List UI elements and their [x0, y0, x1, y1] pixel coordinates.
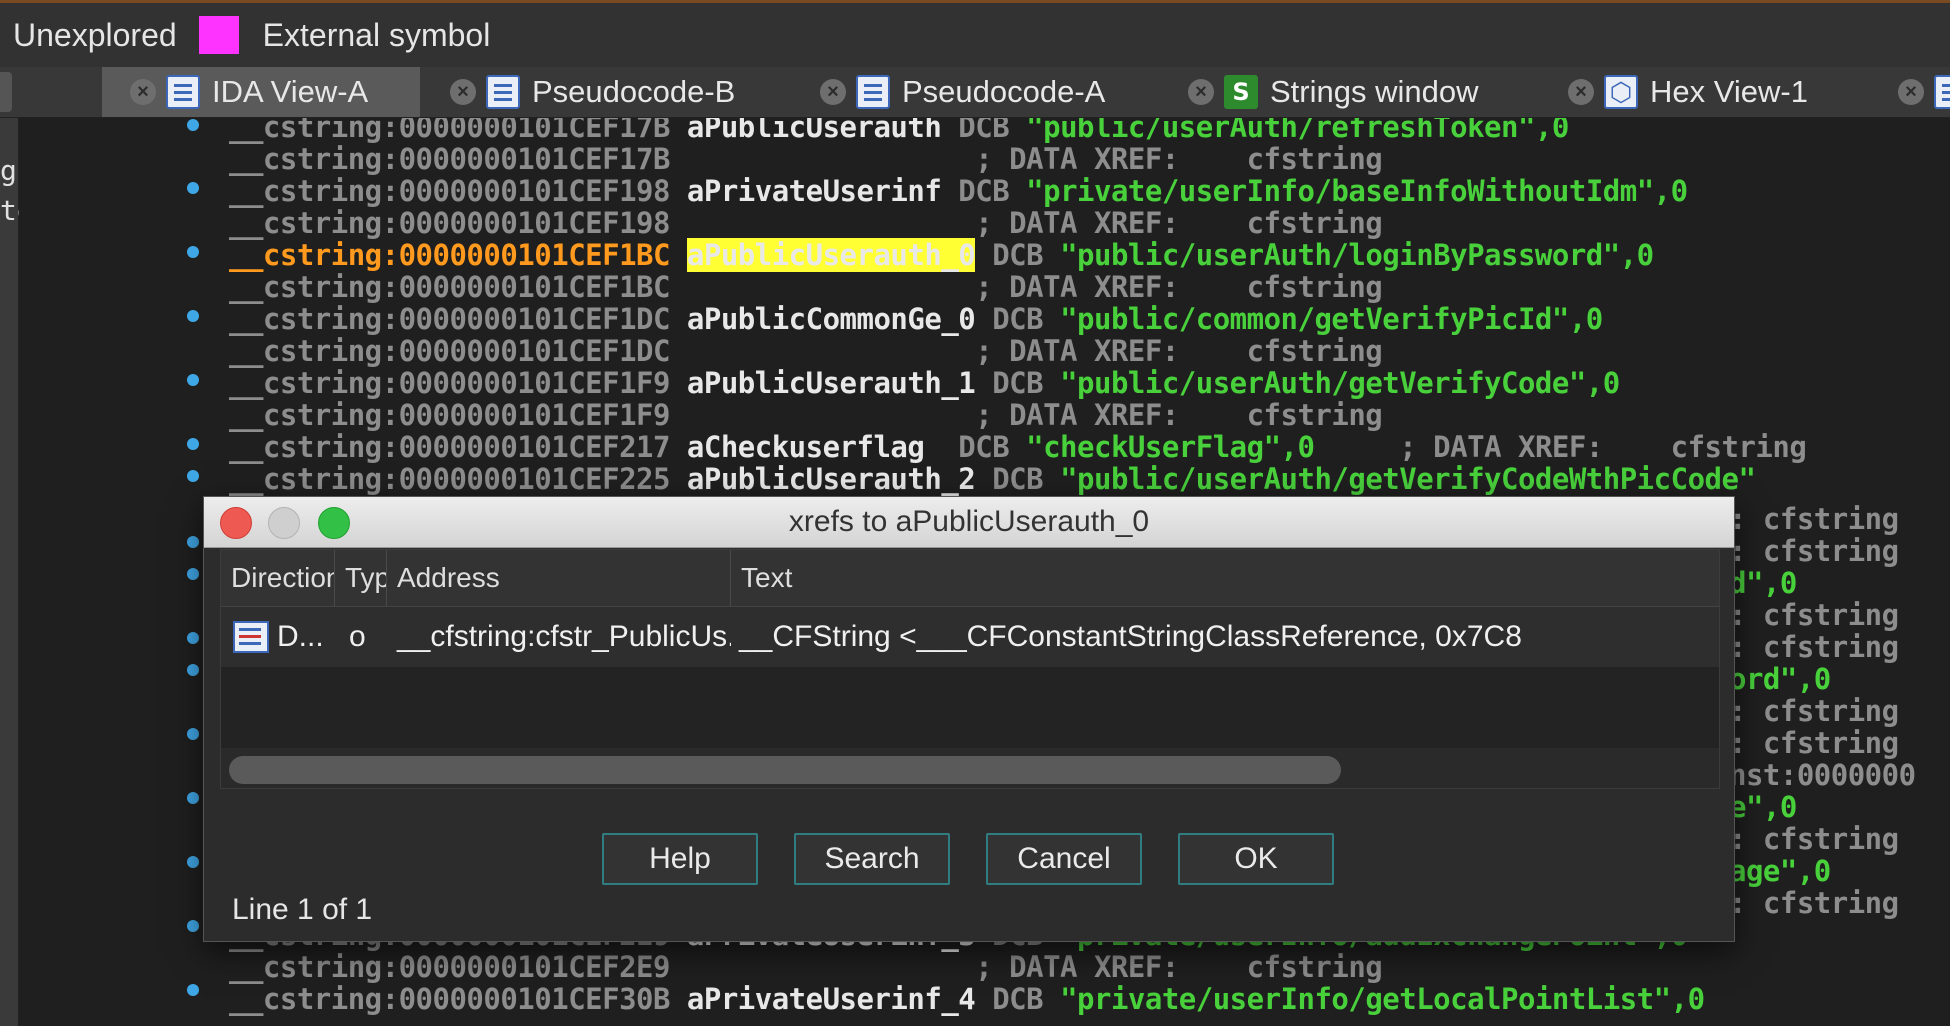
- xrefs-dialog: xrefs to aPublicUserauth_0 Direction Typ…: [203, 496, 1735, 942]
- scrollbar-thumb[interactable]: [229, 756, 1341, 784]
- breakpoint-dot[interactable]: [187, 728, 199, 740]
- code-line[interactable]: __cstring:0000000101CEF1DC aPublicCommon…: [229, 303, 1603, 335]
- hex-view-icon: [1604, 75, 1638, 109]
- status-line-count: Line 1 of 1: [232, 893, 373, 926]
- code-line[interactable]: __cstring:0000000101CEF225 aPublicUserau…: [229, 463, 1756, 495]
- strings-icon: S: [1224, 75, 1258, 109]
- breakpoint-dot[interactable]: [187, 438, 199, 450]
- xrefs-table: Direction Typ Address Text D... o __cfst…: [220, 549, 1720, 789]
- help-button[interactable]: Help: [602, 833, 758, 885]
- search-button[interactable]: Search: [794, 833, 950, 885]
- breakpoint-dot[interactable]: [187, 632, 199, 644]
- breakpoint-dot[interactable]: [187, 568, 199, 580]
- close-icon[interactable]: ×: [820, 79, 846, 105]
- breakpoint-dot[interactable]: [187, 856, 199, 868]
- code-line[interactable]: __cstring:0000000101CEF17B aPublicUserau…: [229, 118, 1569, 143]
- breakpoint-dot[interactable]: [187, 182, 199, 194]
- code-fragment: : cfstring: [1729, 630, 1899, 664]
- cell-direction: D...: [277, 620, 324, 653]
- code-line[interactable]: __cstring:0000000101CEF198 aPrivateUseri…: [229, 175, 1688, 207]
- tab-label: IDA View-A: [212, 74, 369, 109]
- breakpoint-dot[interactable]: [187, 664, 199, 676]
- tab-hex-view-1[interactable]: × Hex View-1: [1540, 67, 1808, 117]
- breakpoint-dot[interactable]: [187, 310, 199, 322]
- breakpoint-dot[interactable]: [187, 246, 199, 258]
- cell-text: __CFString <___CFConstantStringClassRefe…: [739, 620, 1522, 653]
- breakpoint-dot[interactable]: [187, 119, 199, 131]
- xref-data-icon: [233, 621, 269, 653]
- breakpoint-dot[interactable]: [187, 374, 199, 386]
- code-fragment: : cfstring: [1729, 534, 1899, 568]
- tab-pseudocode-a[interactable]: × Pseudocode-A: [792, 67, 1105, 117]
- column-header-direction[interactable]: Direction: [221, 550, 335, 606]
- horizontal-scrollbar[interactable]: [221, 748, 1719, 788]
- column-header-address[interactable]: Address: [387, 550, 731, 606]
- code-fragment: nst:0000000: [1729, 758, 1916, 792]
- column-header-text[interactable]: Text: [731, 550, 1719, 606]
- cancel-button[interactable]: Cancel: [986, 833, 1142, 885]
- code-line[interactable]: __cstring:0000000101CEF217 aCheckuserfla…: [229, 431, 1807, 463]
- code-line[interactable]: __cstring:0000000101CEF1F9 ; DATA XREF: …: [229, 399, 1383, 431]
- code-fragment: : cfstring: [1729, 598, 1899, 632]
- cell-address: __cfstring:cfstr_PublicUs...: [397, 620, 731, 653]
- tab-overflow[interactable]: ×: [1870, 67, 1950, 117]
- left-panel-text: g: [0, 154, 17, 187]
- tab-label: Pseudocode-B: [532, 74, 736, 109]
- tab-strings-window[interactable]: × S Strings window: [1160, 67, 1478, 117]
- tab-label: Pseudocode-A: [902, 74, 1106, 109]
- table-row[interactable]: D... o __cfstring:cfstr_PublicUs... __CF…: [221, 607, 1719, 667]
- code-fragment: : cfstring: [1729, 694, 1899, 728]
- breakpoint-dot[interactable]: [187, 920, 199, 932]
- code-line[interactable]: __cstring:0000000101CEF1BC ; DATA XREF: …: [229, 271, 1383, 303]
- code-fragment: e",0: [1729, 790, 1797, 824]
- close-icon[interactable]: ×: [130, 79, 156, 105]
- pseudocode-icon: [856, 75, 890, 109]
- code-line[interactable]: __cstring:0000000101CEF17B ; DATA XREF: …: [229, 143, 1383, 175]
- dialog-title: xrefs to aPublicUserauth_0: [788, 505, 1150, 538]
- breakpoint-dot[interactable]: [187, 470, 199, 482]
- highlighted-symbol: aPublicUserauth_0: [686, 238, 976, 272]
- tab-label: Strings window: [1270, 74, 1479, 109]
- table-header: Direction Typ Address Text: [221, 550, 1719, 607]
- code-fragment: : cfstring: [1729, 502, 1899, 536]
- pseudocode-icon: [486, 75, 520, 109]
- tab-bar: × IDA View-A × Pseudocode-B × Pseudocode…: [0, 67, 1950, 118]
- tab-ida-view-a[interactable]: × IDA View-A: [102, 67, 420, 117]
- side-panel-toggle[interactable]: [0, 72, 12, 112]
- breakpoint-dot[interactable]: [187, 536, 199, 548]
- legend-unexplored-swatch: [198, 16, 239, 54]
- code-fragment: : cfstring: [1729, 822, 1899, 856]
- tab-pseudocode-b[interactable]: × Pseudocode-B: [422, 67, 735, 117]
- tab-icon: [1934, 75, 1950, 109]
- close-icon[interactable]: ×: [450, 79, 476, 105]
- code-fragment: ord",0: [1729, 662, 1831, 696]
- left-side-panel: g te: [0, 118, 34, 1026]
- close-icon[interactable]: ×: [1898, 79, 1924, 105]
- code-fragment: : cfstring: [1729, 726, 1899, 760]
- code-line[interactable]: __cstring:0000000101CEF2E9 ; DATA XREF: …: [229, 951, 1383, 983]
- dialog-titlebar[interactable]: xrefs to aPublicUserauth_0: [204, 497, 1734, 548]
- close-icon[interactable]: ×: [1568, 79, 1594, 105]
- legend-external-symbol-label: External symbol: [262, 16, 491, 53]
- code-line[interactable]: __cstring:0000000101CEF30B aPrivateUseri…: [229, 983, 1705, 1015]
- ida-view-icon: [166, 75, 200, 109]
- column-header-type[interactable]: Typ: [335, 550, 387, 606]
- code-line[interactable]: __cstring:0000000101CEF198 ; DATA XREF: …: [229, 207, 1383, 239]
- cell-type: o: [349, 620, 366, 653]
- code-line-current[interactable]: __cstring:0000000101CEF1BC aPublicUserau…: [229, 238, 1654, 272]
- ok-button[interactable]: OK: [1178, 833, 1334, 885]
- legend-unexplored-label: Unexplored: [13, 16, 177, 53]
- code-line[interactable]: __cstring:0000000101CEF1DC ; DATA XREF: …: [229, 335, 1383, 367]
- code-line[interactable]: __cstring:0000000101CEF1F9 aPublicUserau…: [229, 367, 1620, 399]
- breakpoint-dot[interactable]: [187, 984, 199, 996]
- code-fragment: : cfstring: [1729, 886, 1899, 920]
- code-fragment: d",0: [1729, 566, 1797, 600]
- code-fragment: age",0: [1729, 854, 1831, 888]
- breakpoint-dot[interactable]: [187, 792, 199, 804]
- legend-bar: Unexplored External symbol: [0, 0, 1950, 67]
- close-icon[interactable]: ×: [1188, 79, 1214, 105]
- tab-label: Hex View-1: [1650, 74, 1808, 109]
